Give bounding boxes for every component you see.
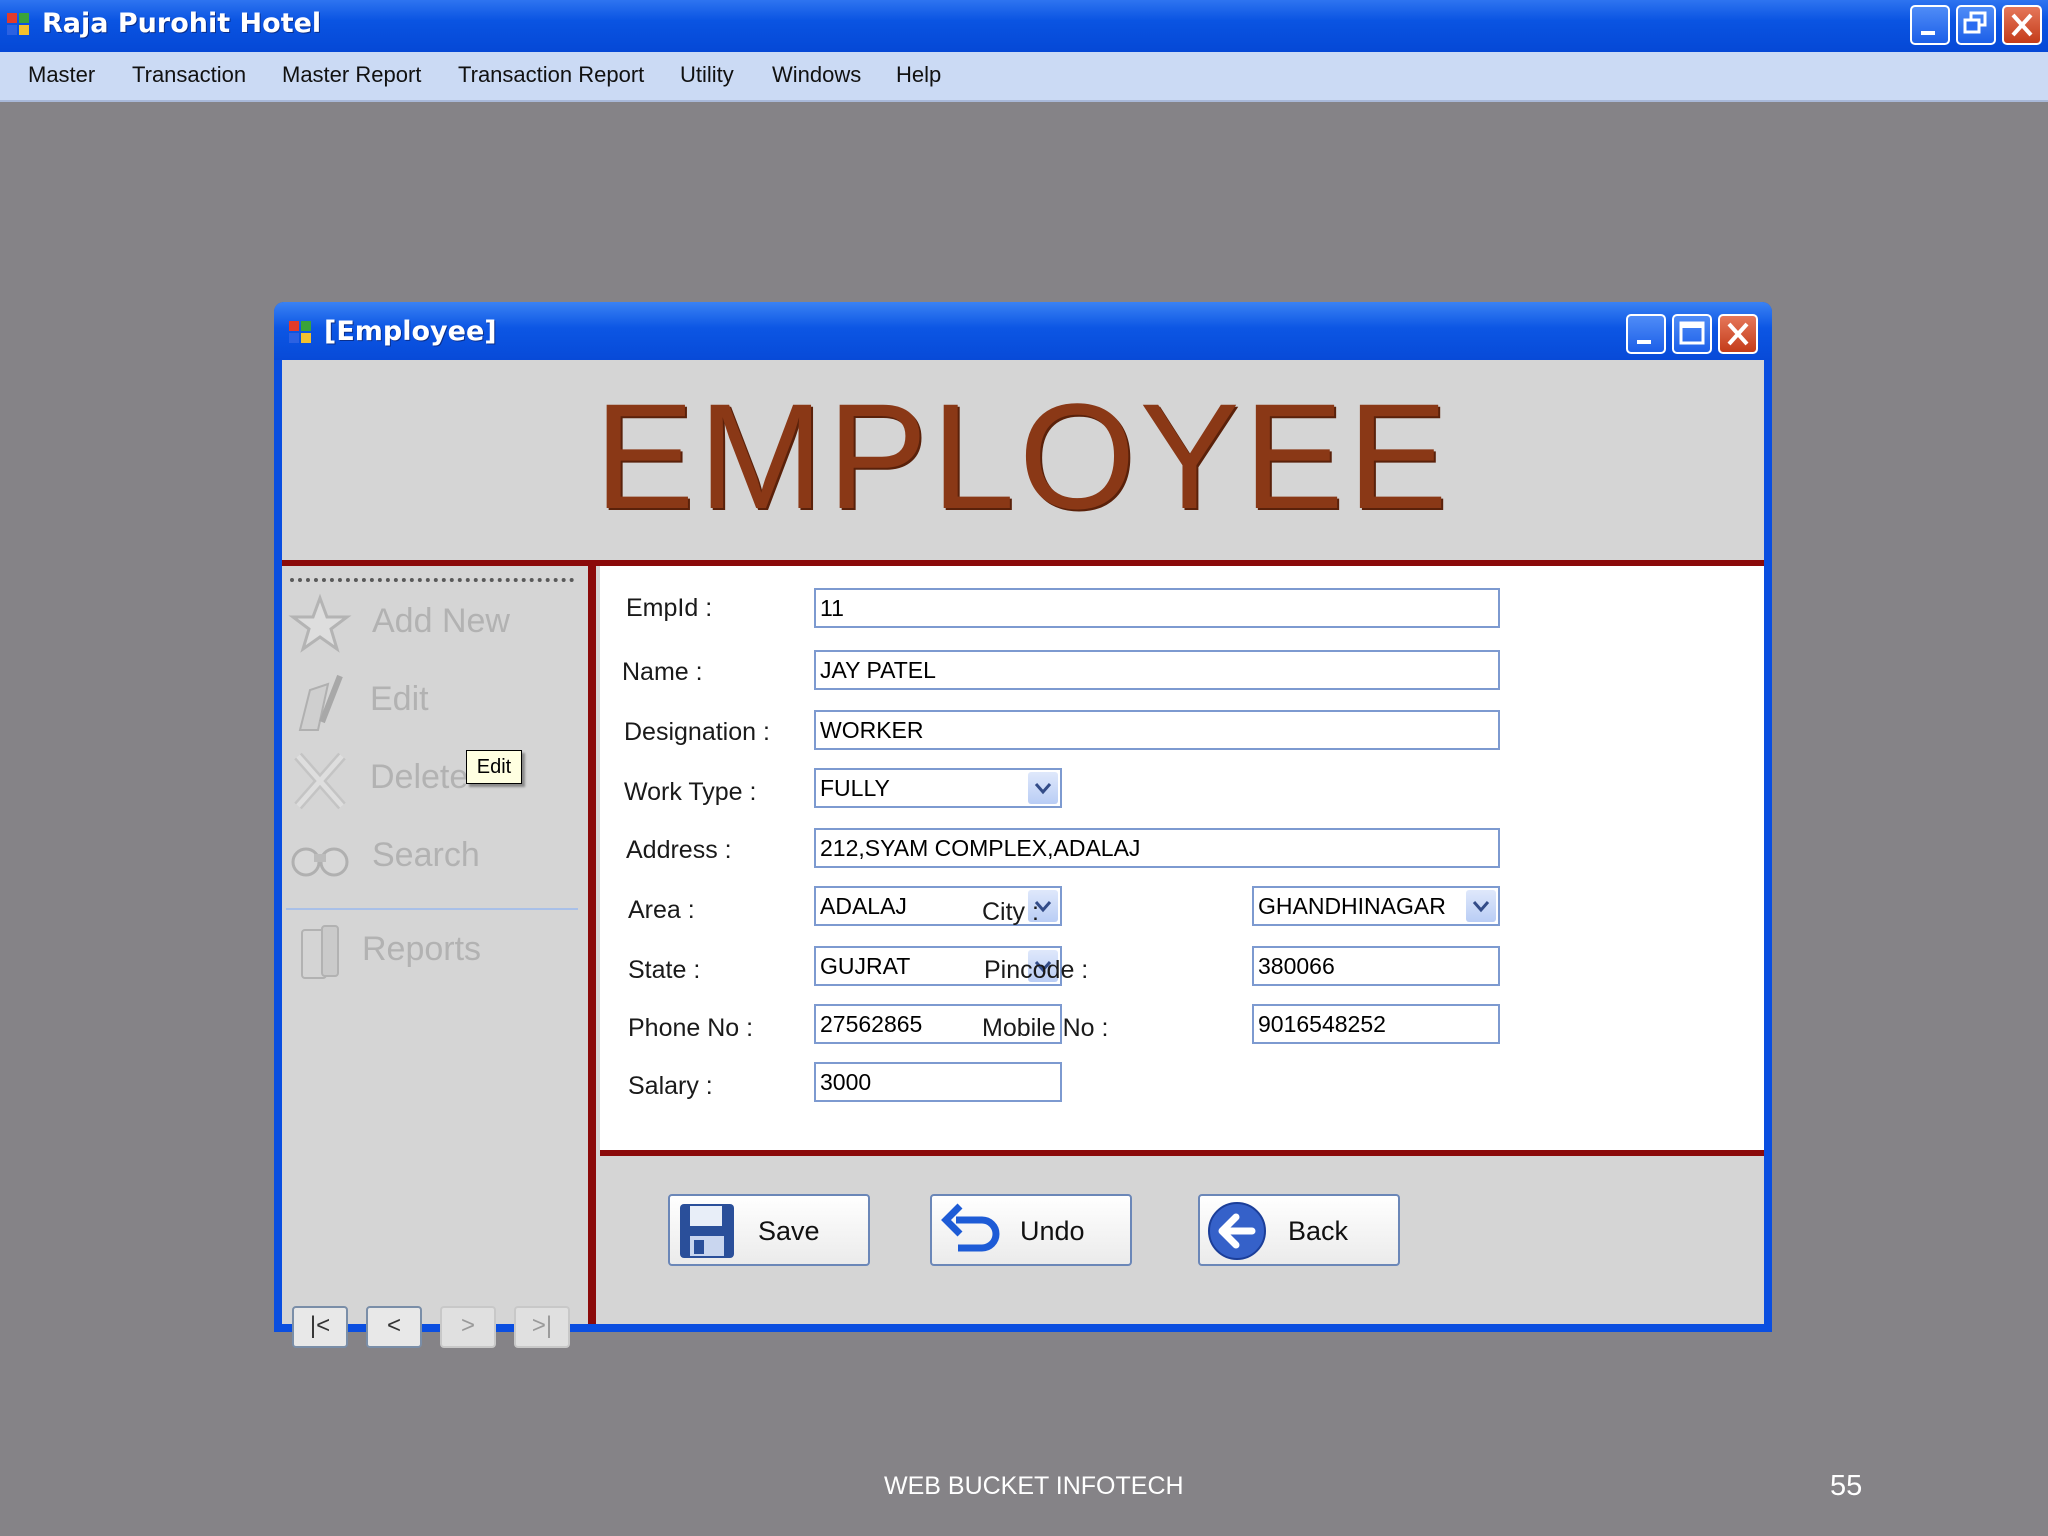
sidebar: Add New Edit Delete Search Reports Edit … [282, 566, 588, 1348]
child-maximize-button[interactable] [1672, 314, 1712, 354]
salary-label: Salary : [628, 1072, 713, 1100]
menu-transaction[interactable]: Transaction [132, 62, 246, 88]
mobile-label: Mobile No : [982, 1014, 1109, 1042]
salary-input[interactable] [814, 1062, 1062, 1102]
slide-footer: WEB BUCKET INFOTECH [884, 1472, 1184, 1500]
maximize-icon [1679, 321, 1705, 345]
nav-first-button[interactable]: |< [292, 1306, 348, 1348]
delete-button[interactable]: Delete [282, 744, 582, 814]
app-title: Raja Purohit Hotel [42, 8, 322, 39]
back-button[interactable]: Back [1198, 1194, 1400, 1266]
reports-label: Reports [362, 930, 482, 968]
pincode-label: Pincode : [984, 956, 1089, 984]
edit-button[interactable]: Edit [282, 666, 582, 736]
edit-label: Edit [370, 680, 429, 718]
app-restore-button[interactable] [1956, 5, 1996, 45]
save-label: Save [758, 1216, 820, 1246]
designation-input[interactable] [814, 710, 1500, 750]
star-icon [288, 593, 352, 653]
edit-icon [298, 674, 343, 731]
sidebar-grip [290, 578, 574, 582]
employee-form: EmpId : Name : Designation : Work Type :… [600, 566, 1764, 1150]
save-button[interactable]: Save [668, 1194, 870, 1266]
reports-button[interactable]: Reports [282, 916, 582, 986]
empid-label: EmpId : [626, 594, 713, 622]
nav-last-button[interactable]: >| [514, 1306, 570, 1348]
undo-button[interactable]: Undo [930, 1194, 1132, 1266]
sidebar-divider [588, 566, 596, 1324]
menu-windows[interactable]: Windows [772, 62, 861, 88]
minimize-icon [1921, 31, 1935, 35]
menu-master[interactable]: Master [28, 62, 95, 88]
minimize-icon [1637, 340, 1651, 344]
menu-transaction-report[interactable]: Transaction Report [458, 62, 644, 88]
floppy-disk-icon [680, 1204, 734, 1258]
reports-icon [301, 925, 339, 979]
child-close-button[interactable] [1718, 314, 1758, 354]
menu-utility[interactable]: Utility [680, 62, 734, 88]
app-titlebar: Raja Purohit Hotel [0, 0, 2048, 52]
city-value: GHANDHINAGAR [1258, 893, 1446, 919]
app-close-button[interactable] [2002, 5, 2042, 45]
slide-page-number: 55 [1830, 1470, 1863, 1502]
add-new-button[interactable]: Add New [282, 588, 582, 658]
undo-arrow-icon [941, 1203, 1000, 1252]
back-label: Back [1288, 1216, 1349, 1246]
employee-window-titlebar[interactable]: [Employee] [274, 302, 1772, 360]
close-icon [1727, 322, 1749, 346]
employee-window: [Employee] EMPLOYEE Add New Edit Delete … [274, 302, 1772, 1348]
area-value: ADALAJ [820, 893, 907, 919]
state-label: State : [628, 956, 701, 984]
employee-window-title: [Employee] [324, 316, 497, 347]
city-select[interactable]: GHANDHINAGAR [1252, 886, 1500, 926]
add-new-label: Add New [372, 602, 510, 640]
designation-label: Designation : [624, 718, 770, 746]
child-window-icon [289, 321, 311, 343]
name-input[interactable] [814, 650, 1500, 690]
delete-x-icon [294, 752, 346, 810]
pincode-input[interactable] [1252, 946, 1500, 986]
delete-label: Delete [370, 758, 469, 796]
menu-bar: Master Transaction Master Report Transac… [0, 52, 2048, 102]
action-panel: Save Undo Back [600, 1156, 1764, 1324]
binoculars-icon [291, 847, 349, 877]
restore-icon [1963, 11, 1987, 34]
nav-next-button[interactable]: > [440, 1306, 496, 1348]
menu-master-report[interactable]: Master Report [282, 62, 421, 88]
menu-help[interactable]: Help [896, 62, 941, 88]
area-label: Area : [628, 896, 695, 924]
chevron-down-icon [1472, 901, 1490, 913]
state-value: GUJRAT [820, 953, 911, 979]
address-label: Address : [626, 836, 732, 864]
address-input[interactable] [814, 828, 1500, 868]
city-label: City : [982, 898, 1039, 926]
mobile-input[interactable] [1252, 1004, 1500, 1044]
app-minimize-button[interactable] [1910, 5, 1950, 45]
worktype-value: FULLY [820, 775, 890, 801]
nav-prev-button[interactable]: < [366, 1306, 422, 1348]
chevron-down-icon [1034, 783, 1052, 795]
name-label: Name : [622, 658, 703, 686]
app-window-icon [7, 13, 29, 35]
child-minimize-button[interactable] [1626, 314, 1666, 354]
worktype-dropdown-button[interactable] [1028, 772, 1058, 804]
phone-label: Phone No : [628, 1014, 754, 1042]
edit-tooltip: Edit [466, 750, 522, 784]
worktype-label: Work Type : [624, 778, 757, 806]
search-button[interactable]: Search [282, 822, 582, 892]
banner: EMPLOYEE [282, 360, 1764, 560]
search-label: Search [372, 836, 480, 874]
city-dropdown-button[interactable] [1466, 890, 1496, 922]
banner-title: EMPLOYEE [594, 372, 1452, 540]
sidebar-separator [286, 908, 578, 910]
empid-input[interactable] [814, 588, 1500, 628]
employee-client-area: EMPLOYEE Add New Edit Delete Search Repo… [282, 360, 1764, 1348]
close-icon [2011, 13, 2033, 37]
undo-label: Undo [1020, 1216, 1085, 1246]
back-arrow-icon [1208, 1202, 1266, 1260]
worktype-select[interactable]: FULLY [814, 768, 1062, 808]
